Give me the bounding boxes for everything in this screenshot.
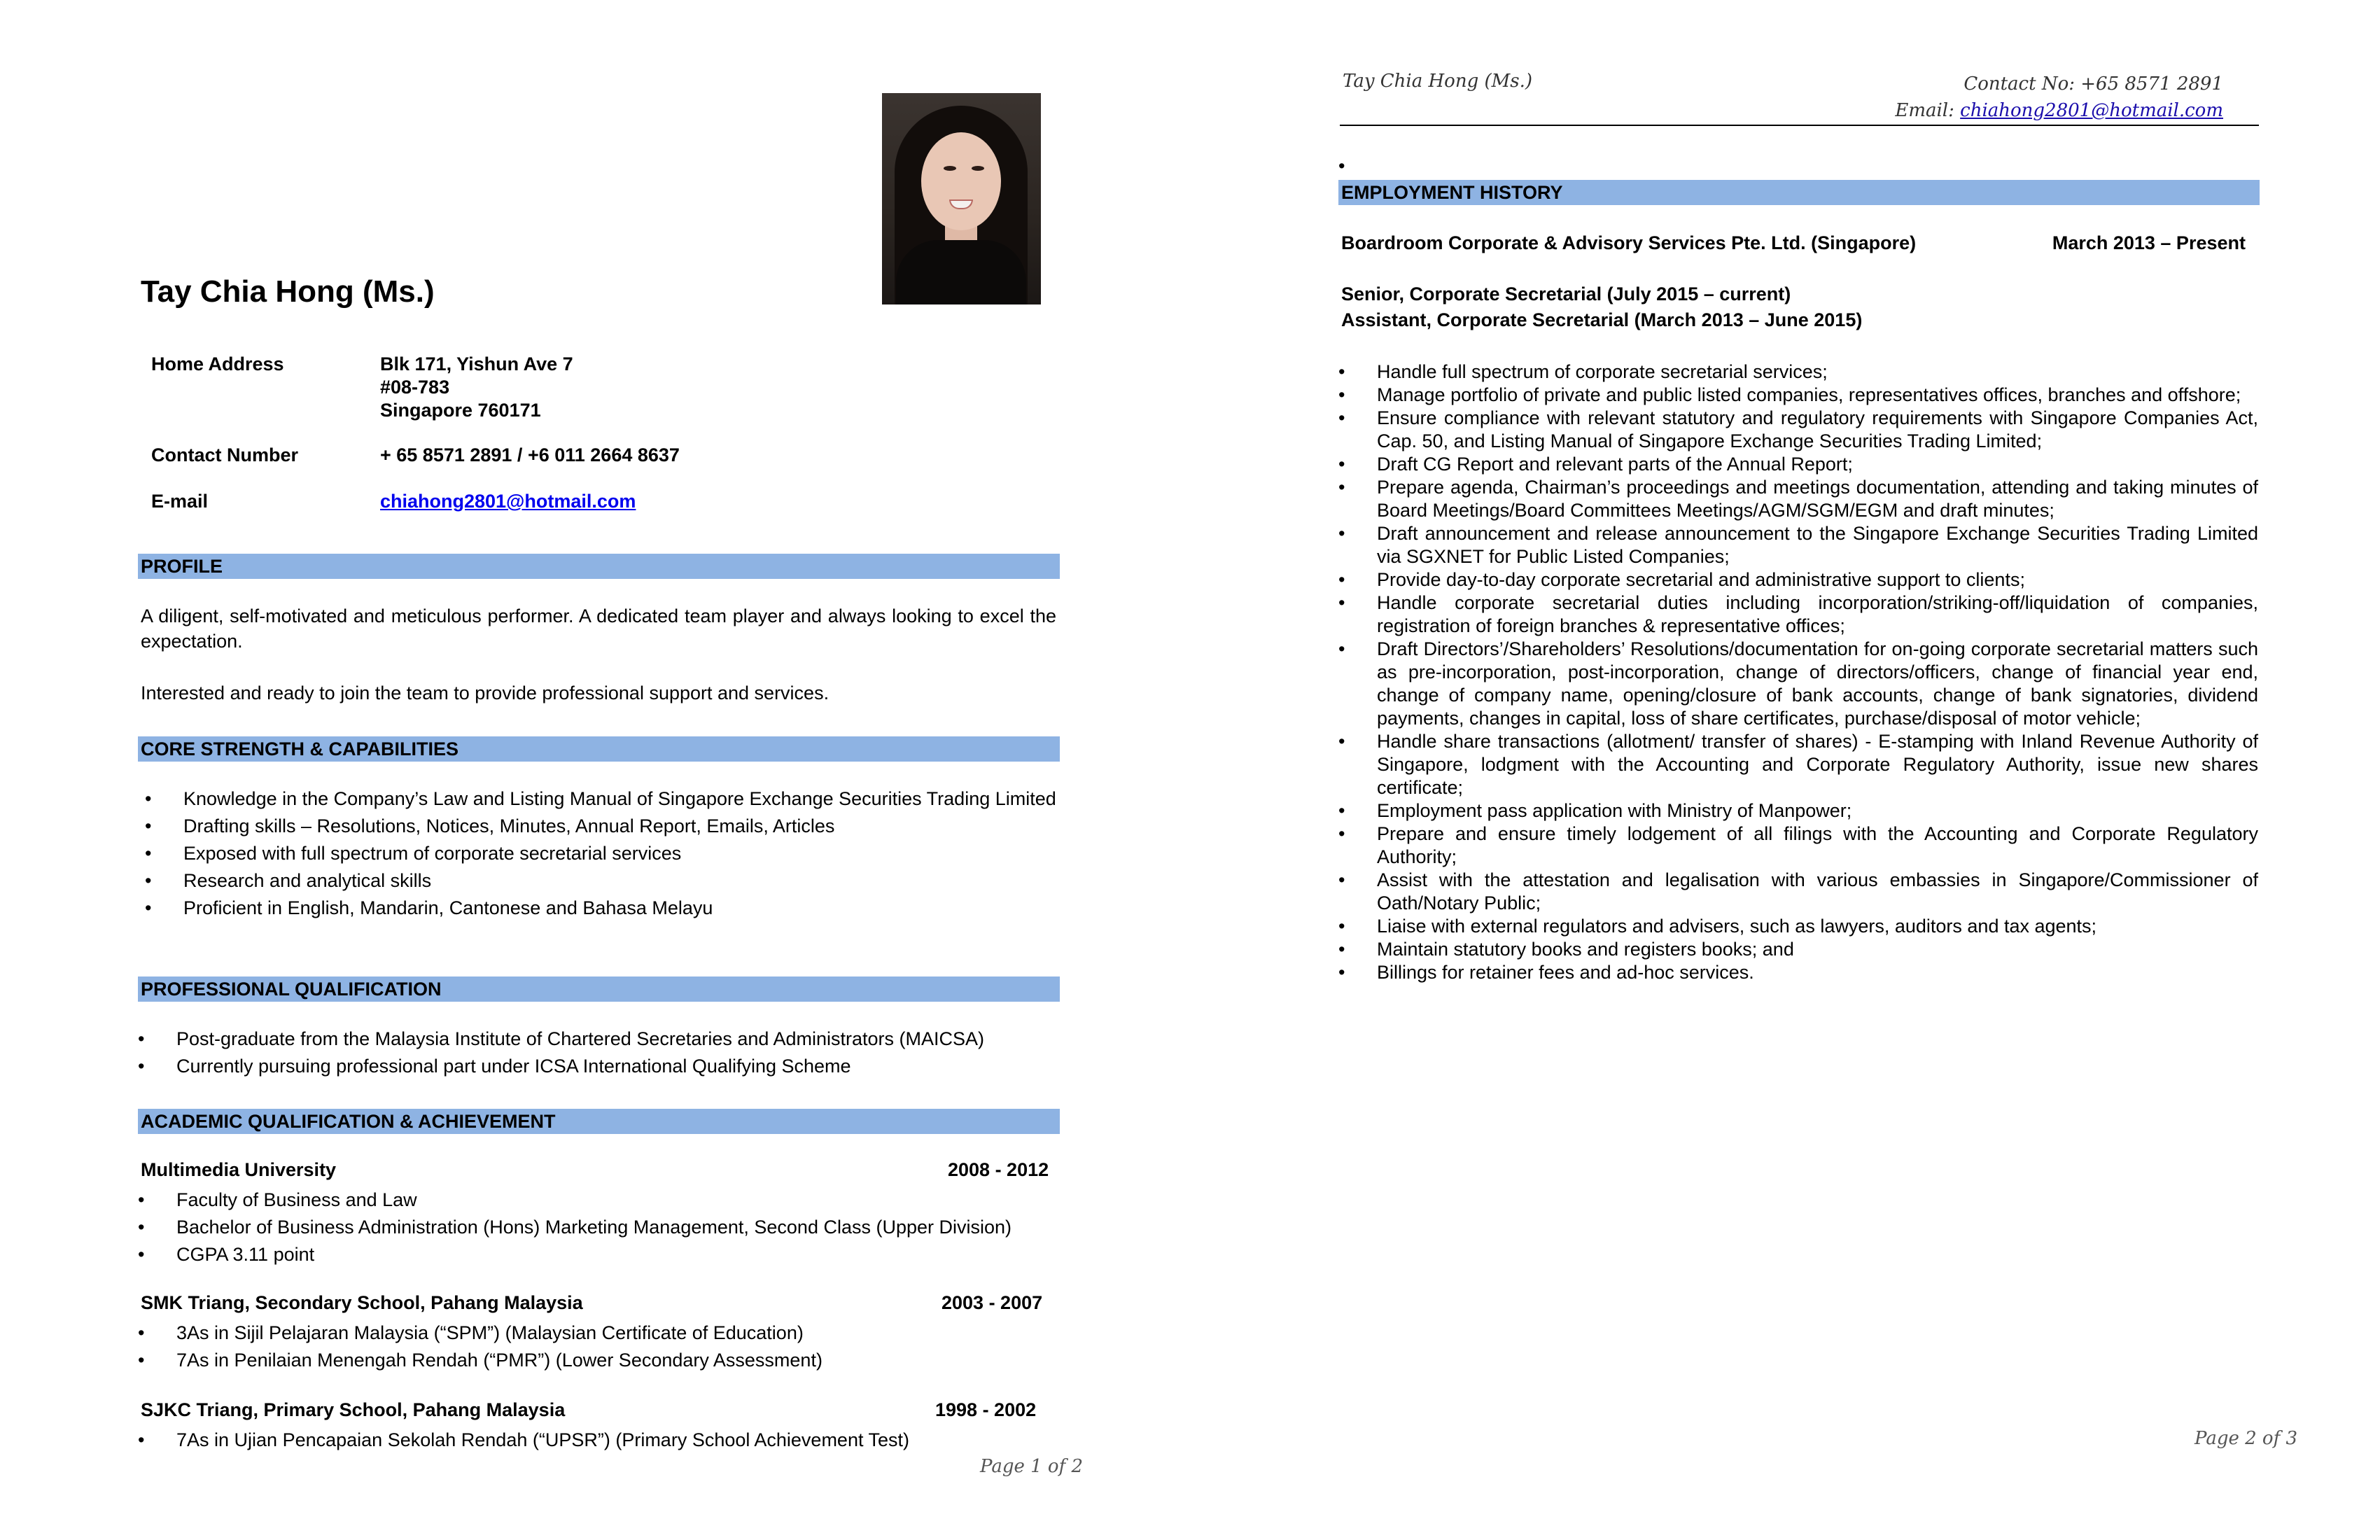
list-item: Bachelor of Business Administration (Hon… [138, 1214, 1058, 1241]
phone-value: + 65 8571 2891 / +6 011 2664 8637 [380, 444, 680, 465]
role-senior: Senior, Corporate Secretarial (July 2015… [1341, 284, 1791, 304]
list-item: Maintain statutory books and registers b… [1338, 938, 2258, 961]
phone-label: Contact Number [151, 444, 299, 465]
section-professional-heading: PROFESSIONAL QUALIFICATION [138, 976, 1060, 1002]
empty-bullet: • [1338, 155, 1345, 176]
list-item: Provide day-to-day corporate secretarial… [1338, 568, 2258, 592]
school-3-list: 7As in Ujian Pencapaian Sekolah Rendah (… [138, 1427, 1058, 1454]
list-item: Exposed with full spectrum of corporate … [145, 842, 1057, 865]
list-item: 3As in Sijil Pelajaran Malaysia (“SPM”) … [138, 1320, 1058, 1347]
school-name: SJKC Triang, Primary School, Pahang Mala… [141, 1399, 566, 1420]
resume-page-2: Tay Chia Hong (Ms.) Contact No: +65 8571… [1190, 0, 2380, 1540]
header-email-link[interactable]: chiahong2801@hotmail.com [1960, 100, 2223, 121]
list-item: Prepare agenda, Chairman’s proceedings a… [1338, 476, 2258, 522]
school-heading-1: Multimedia University 2008 - 2012 [141, 1159, 1051, 1181]
profile-paragraph-1: A diligent, self-motivated and meticulou… [141, 606, 1056, 652]
school-1-list: Faculty of Business and Law Bachelor of … [138, 1186, 1058, 1268]
employment-dates: March 2013 – Present [2052, 232, 2246, 253]
list-item: Proficient in English, Mandarin, Cantone… [145, 897, 1057, 920]
email-label: E-mail [151, 491, 209, 512]
address-line-1: Blk 171, Yishun Ave 7 [380, 354, 573, 374]
list-item: Prepare and ensure timely lodgement of a… [1338, 822, 2258, 869]
page-number-footer: Page 2 of 3 [2194, 1428, 2298, 1449]
section-academic-heading: ACADEMIC QUALIFICATION & ACHIEVEMENT [138, 1109, 1060, 1134]
list-item: Liaise with external regulators and advi… [1338, 915, 2258, 938]
school-2-list: 3As in Sijil Pelajaran Malaysia (“SPM”) … [138, 1320, 1058, 1374]
list-item: Currently pursuing professional part und… [138, 1055, 1058, 1078]
header-name: Tay Chia Hong (Ms.) [1343, 71, 1532, 92]
professional-list: Post-graduate from the Malaysia Institut… [138, 1028, 1058, 1078]
list-item: Handle corporate secretarial duties incl… [1338, 592, 2258, 638]
list-item: Draft announcement and release announcem… [1338, 522, 2258, 568]
list-item: 7As in Penilaian Menengah Rendah (“PMR”)… [138, 1347, 1058, 1374]
duties-list: Handle full spectrum of corporate secret… [1338, 360, 2258, 984]
list-item: Research and analytical skills [145, 869, 1057, 892]
header-email-row: Email: chiahong2801@hotmail.com [1895, 97, 2223, 124]
list-item: Ensure compliance with relevant statutor… [1338, 407, 2258, 453]
address-label: Home Address [151, 354, 284, 374]
resume-page-1: Tay Chia Hong (Ms.) Home Address Blk 171… [0, 0, 1190, 1540]
list-item: Post-graduate from the Malaysia Institut… [138, 1028, 1058, 1051]
school-name: Multimedia University [141, 1159, 337, 1180]
page-number-footer: Page 1 of 2 [980, 1456, 1084, 1477]
list-item: Faculty of Business and Law [138, 1186, 1058, 1214]
address-line-2: #08-783 [380, 377, 450, 398]
profile-paragraph-2: Interested and ready to join the team to… [141, 682, 830, 704]
school-name: SMK Triang, Secondary School, Pahang Mal… [141, 1292, 583, 1313]
school-years: 1998 - 2002 [935, 1399, 1037, 1420]
list-item: 7As in Ujian Pencapaian Sekolah Rendah (… [138, 1427, 1058, 1454]
list-item: Employment pass application with Ministr… [1338, 799, 2258, 822]
list-item: Assist with the attestation and legalisa… [1338, 869, 2258, 915]
header-contact-block: Contact No: +65 8571 2891 Email: chiahon… [1895, 71, 2223, 124]
email-link[interactable]: chiahong2801@hotmail.com [380, 491, 636, 512]
section-core-strength-heading: CORE STRENGTH & CAPABILITIES [138, 736, 1060, 762]
list-item: Handle full spectrum of corporate secret… [1338, 360, 2258, 384]
candidate-name: Tay Chia Hong (Ms.) [141, 274, 435, 309]
section-profile-heading: PROFILE [138, 554, 1060, 579]
school-heading-3: SJKC Triang, Primary School, Pahang Mala… [141, 1399, 1051, 1421]
profile-photo [882, 93, 1041, 304]
school-years: 2003 - 2007 [941, 1292, 1043, 1313]
list-item: Drafting skills – Resolutions, Notices, … [145, 815, 1057, 838]
header-divider [1340, 125, 2259, 126]
list-item: Manage portfolio of private and public l… [1338, 384, 2258, 407]
header-email-label: Email: [1895, 100, 1961, 121]
role-assistant: Assistant, Corporate Secretarial (March … [1341, 309, 1863, 330]
list-item: Draft CG Report and relevant parts of th… [1338, 453, 2258, 476]
school-years: 2008 - 2012 [948, 1159, 1049, 1180]
section-employment-heading: EMPLOYMENT HISTORY [1338, 180, 2260, 205]
employer-name: Boardroom Corporate & Advisory Services … [1341, 232, 1917, 253]
employer-heading: Boardroom Corporate & Advisory Services … [1341, 232, 2251, 254]
list-item: Knowledge in the Company’s Law and Listi… [145, 788, 1057, 811]
address-line-3: Singapore 760171 [380, 400, 541, 421]
core-strength-list: Knowledge in the Company’s Law and Listi… [145, 788, 1057, 920]
list-item: Draft Directors’/Shareholders’ Resolutio… [1338, 638, 2258, 730]
list-item: CGPA 3.11 point [138, 1241, 1058, 1268]
school-heading-2: SMK Triang, Secondary School, Pahang Mal… [141, 1292, 1051, 1314]
header-contact-number: Contact No: +65 8571 2891 [1963, 74, 2223, 94]
list-item: Billings for retainer fees and ad-hoc se… [1338, 961, 2258, 984]
list-item: Handle share transactions (allotment/ tr… [1338, 730, 2258, 799]
